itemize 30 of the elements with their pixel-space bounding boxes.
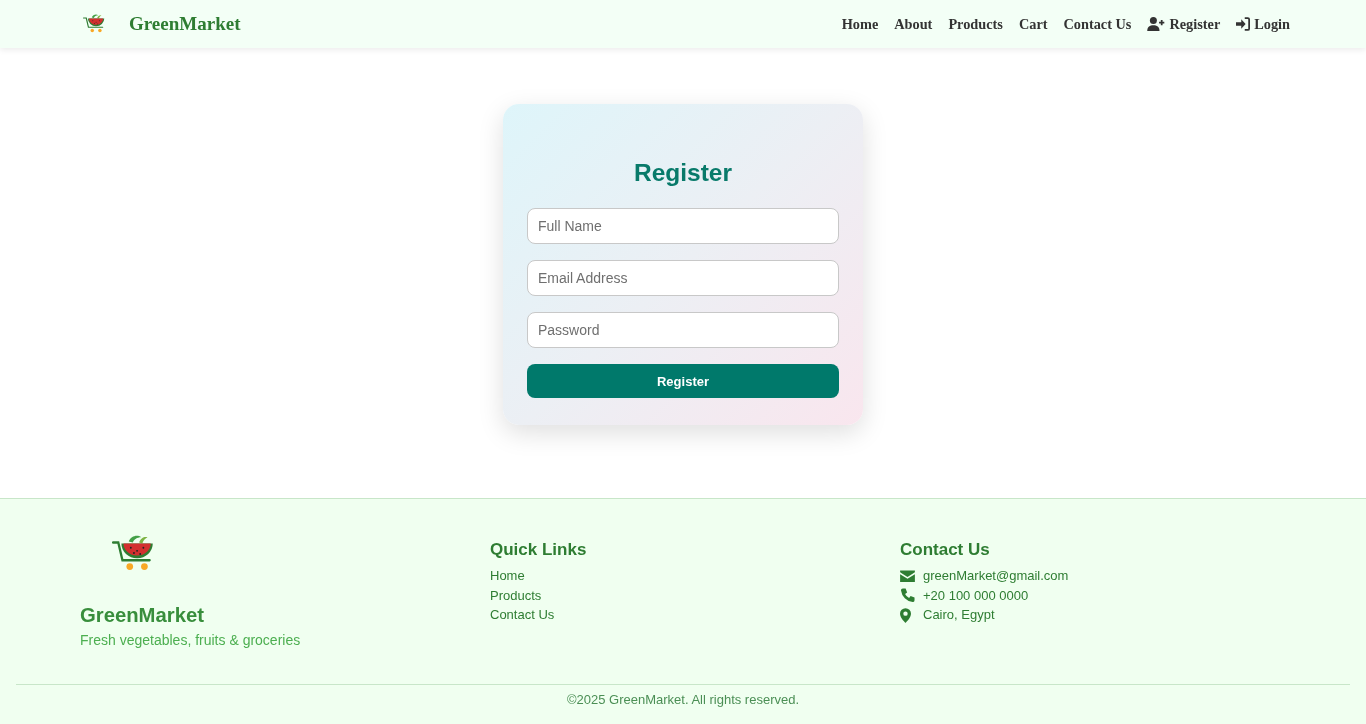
input-field[interactable]: Email Address [527, 260, 839, 296]
section-heading: Quick Links [490, 540, 587, 559]
footer-brand-name: GreenMarket [80, 603, 204, 627]
user-plus-icon [1147, 17, 1166, 31]
contact-text: +20 100 000 0000 [923, 587, 1029, 604]
footer-link[interactable]: Home [490, 568, 525, 584]
nav-link[interactable]: Cart [1018, 15, 1048, 33]
nav-link[interactable]: Home [841, 15, 879, 33]
phone-icon [900, 588, 915, 603]
contact-text: greenMarket@gmail.com [923, 568, 1069, 584]
footer-link[interactable]: Contact Us [490, 607, 555, 623]
copyright-text: ©2025 GreenMarket. All rights reserved. [566, 692, 800, 708]
envelope-icon [900, 570, 915, 582]
sign-in-icon [1236, 17, 1251, 31]
nav-link[interactable]: About [894, 15, 933, 33]
tagline: Fresh vegetables, fruits & groceries [80, 631, 301, 649]
footer-link[interactable]: Products [490, 587, 542, 604]
register-button[interactable]: Register [527, 364, 839, 398]
nav-link[interactable]: Register [1147, 15, 1221, 33]
section-heading: Contact Us [900, 540, 990, 559]
brand-name: GreenMarket [129, 13, 241, 35]
map-pin-icon [900, 607, 911, 623]
nav-link[interactable]: Login [1236, 15, 1290, 33]
nav-link[interactable]: Contact Us [1063, 15, 1132, 33]
input-field[interactable]: Password [527, 312, 839, 348]
contact-text: Cairo, Egypt [923, 607, 995, 623]
watermelon-cart-logo-icon [83, 13, 107, 35]
form-title: Register [633, 158, 732, 188]
nav-link[interactable]: Products [948, 15, 1003, 33]
input-field[interactable]: Full Name [527, 208, 839, 244]
